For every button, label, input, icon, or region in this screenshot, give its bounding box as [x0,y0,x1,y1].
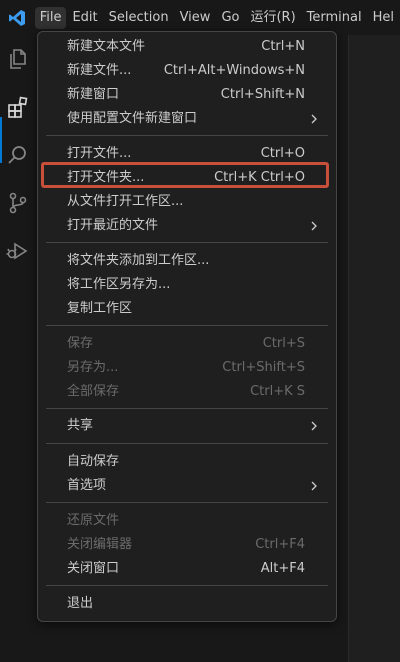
menu-row-shortcut: Ctrl+F4 [255,537,305,552]
chevron-right-icon [311,481,317,491]
menu-separator [46,585,328,586]
menu-row-save-workspace-as[interactable]: 将工作区另存为... [38,273,336,297]
menu-row-label: 还原文件 [67,513,120,528]
menu-row-shortcut: Ctrl+Alt+Windows+N [163,63,305,78]
vscode-logo-icon [0,0,35,35]
menu-row-exit[interactable]: 退出 [38,592,336,616]
menu-view[interactable]: View [175,7,216,29]
menu-row-close-editor[interactable]: 关闭编辑器 Ctrl+F4 [38,533,336,557]
menu-row-label: 使用配置文件新建窗口 [67,111,198,126]
menu-row-new-text-file[interactable]: 新建文本文件 Ctrl+N [38,35,336,59]
menu-row-label: 复制工作区 [67,301,133,316]
menu-separator [46,325,328,326]
menu-separator [46,443,328,444]
menu-go[interactable]: Go [216,7,244,29]
menu-row-label: 退出 [67,596,94,611]
menu-file[interactable]: File [34,6,67,29]
menu-row-save-all[interactable]: 全部保存 Ctrl+K S [38,380,336,404]
menu-separator [46,242,328,243]
menu-row-shortcut: Ctrl+K S [250,384,305,399]
menu-row-label: 共享 [67,418,94,433]
menu-row-new-window-with-profile[interactable]: 使用配置文件新建窗口 [38,107,336,131]
explorer-icon[interactable] [0,41,36,77]
search-icon[interactable] [0,137,36,173]
menu-row-open-workspace-from-file[interactable]: 从文件打开工作区... [38,190,336,214]
menu-row-label: 打开最近的文件 [67,218,159,233]
menu-row-label: 将文件夹添加到工作区... [67,253,210,268]
menu-row-shortcut: Alt+F4 [260,561,305,576]
menu-separator [46,135,328,136]
menu-row-shortcut: Ctrl+S [262,336,305,351]
menu-row-label: 自动保存 [67,454,120,469]
menu-row-label: 新建窗口 [67,87,120,102]
editor-area [348,35,400,662]
menu-row-shortcut: Ctrl+Shift+S [222,360,305,375]
menu-selection[interactable]: Selection [104,7,174,29]
menu-row-open-recent[interactable]: 打开最近的文件 [38,214,336,238]
menu-row-label: 保存 [67,336,94,351]
menu-row-save-as[interactable]: 另存为... Ctrl+Shift+S [38,356,336,380]
menu-row-label: 新建文本文件 [67,39,146,54]
menu-row-revert-file[interactable]: 还原文件 [38,509,336,533]
extensions-icon[interactable] [0,89,36,125]
run-debug-icon[interactable] [0,233,36,269]
source-control-icon[interactable] [0,185,36,221]
chevron-right-icon [311,221,317,231]
menu-row-label: 关闭编辑器 [67,537,133,552]
menu-row-label: 关闭窗口 [67,561,120,576]
menu-row-label: 另存为... [67,360,119,375]
activity-bar [0,35,36,662]
menu-row-close-window[interactable]: 关闭窗口 Alt+F4 [38,557,336,581]
chevron-right-icon [311,421,317,431]
menu-row-add-folder-to-workspace[interactable]: 将文件夹添加到工作区... [38,249,336,273]
vscode-window: File Edit Selection View Go 运行(R) Termin… [0,0,400,662]
menubar: File Edit Selection View Go 运行(R) Termin… [0,0,400,35]
menu-terminal[interactable]: Terminal [302,7,367,29]
menu-row-label: 全部保存 [67,384,120,399]
menu-row-label: 首选项 [67,478,107,493]
menu-run[interactable]: 运行(R) [245,7,300,29]
menu-row-preferences[interactable]: 首选项 [38,474,336,498]
menu-separator [46,408,328,409]
menu-row-label: 从文件打开工作区... [67,194,184,209]
menu-help[interactable]: Hel [368,7,399,29]
menu-row-new-window[interactable]: 新建窗口 Ctrl+Shift+N [38,83,336,107]
file-menu-dropdown: 新建文本文件 Ctrl+N 新建文件... Ctrl+Alt+Windows+N… [37,31,337,622]
menu-separator [46,502,328,503]
menu-row-save[interactable]: 保存 Ctrl+S [38,332,336,356]
menu-row-auto-save[interactable]: 自动保存 [38,450,336,474]
menu-row-label: 将工作区另存为... [67,277,171,292]
menu-row-label: 新建文件... [67,63,132,78]
highlight-annotation-box [41,162,329,188]
menu-row-shortcut: Ctrl+Shift+N [220,87,305,102]
menu-row-shortcut: Ctrl+N [261,39,305,54]
chevron-right-icon [311,114,317,124]
menu-row-share[interactable]: 共享 [38,414,336,438]
menu-row-new-file[interactable]: 新建文件... Ctrl+Alt+Windows+N [38,59,336,83]
menu-row-duplicate-workspace[interactable]: 复制工作区 [38,297,336,321]
menu-edit[interactable]: Edit [67,7,102,29]
